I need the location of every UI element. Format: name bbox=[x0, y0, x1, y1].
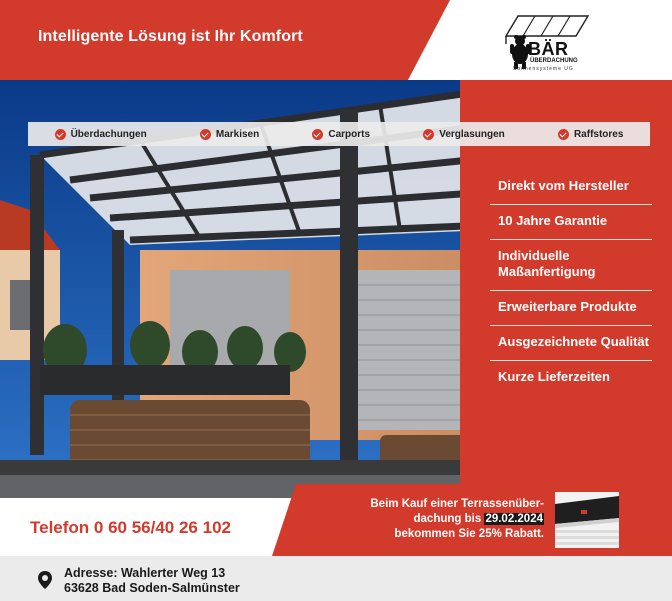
advertisement: Intelligente Lösung ist Ihr Komfort BÄR … bbox=[0, 0, 672, 601]
nav-item-raffstores[interactable]: Raffstores bbox=[557, 128, 624, 140]
feature-list: Direkt vom Hersteller 10 Jahre Garantie … bbox=[490, 170, 652, 395]
promo-line-2-prefix: dachung bis bbox=[413, 513, 485, 525]
feature-item: Direkt vom Hersteller bbox=[490, 170, 652, 205]
logo-tagline: Sonnensysteme UG bbox=[513, 66, 574, 72]
nav-item-verglasungen[interactable]: Verglasungen bbox=[423, 128, 505, 140]
promo-text: Beim Kauf einer Terrassenüber- dachung b… bbox=[312, 497, 544, 542]
feature-item: Ausgezeichnete Qualität bbox=[490, 326, 652, 361]
nav-label: Raffstores bbox=[573, 128, 624, 140]
feature-item: Individuelle Maßanfertigung bbox=[490, 240, 652, 291]
check-circle-icon bbox=[199, 128, 211, 140]
logo-wordmark: BÄR bbox=[528, 39, 569, 59]
check-circle-icon bbox=[312, 128, 324, 140]
nav-item-markisen[interactable]: Markisen bbox=[199, 128, 260, 140]
promo-line-1: Beim Kauf einer Terrassenüber- bbox=[370, 498, 544, 510]
location-pin-icon bbox=[38, 571, 52, 589]
nav-label: Markisen bbox=[215, 128, 260, 140]
logo-subtitle: ÜBERDACHUNG bbox=[530, 58, 578, 64]
check-circle-icon bbox=[557, 128, 569, 140]
promo-line-2: dachung bis 29.02.2024 bbox=[312, 512, 544, 527]
promo-date: 29.02.2024 bbox=[484, 513, 544, 525]
nav-item-carports[interactable]: Carports bbox=[312, 128, 371, 140]
feature-item: Erweiterbare Produkte bbox=[490, 291, 652, 326]
product-nav: Überdachungen Markisen Carports Verglasu… bbox=[28, 122, 650, 146]
phone-number[interactable]: Telefon 0 60 56/40 26 102 bbox=[30, 518, 231, 538]
check-circle-icon bbox=[423, 128, 435, 140]
address: Adresse: Wahlerter Weg 13 63628 Bad Sode… bbox=[64, 566, 240, 596]
check-circle-icon bbox=[54, 128, 66, 140]
nav-label: Überdachungen bbox=[70, 128, 147, 140]
nav-label: Verglasungen bbox=[439, 128, 505, 140]
header-title: Intelligente Lösung ist Ihr Komfort bbox=[38, 28, 303, 45]
nav-item-ueberdachungen[interactable]: Überdachungen bbox=[54, 128, 147, 140]
nav-label: Carports bbox=[328, 128, 371, 140]
promo-line-3: bekommen Sie 25% Rabatt. bbox=[394, 528, 544, 540]
address-line-2: 63628 Bad Soden-Salmünster bbox=[64, 581, 240, 595]
address-line-1: Adresse: Wahlerter Weg 13 bbox=[64, 566, 226, 580]
promo-product-thumbnail bbox=[555, 492, 619, 548]
feature-item: Kurze Lieferzeiten bbox=[498, 369, 610, 384]
awning-thumbnail-icon bbox=[555, 492, 619, 548]
feature-item: 10 Jahre Garantie bbox=[490, 205, 652, 240]
